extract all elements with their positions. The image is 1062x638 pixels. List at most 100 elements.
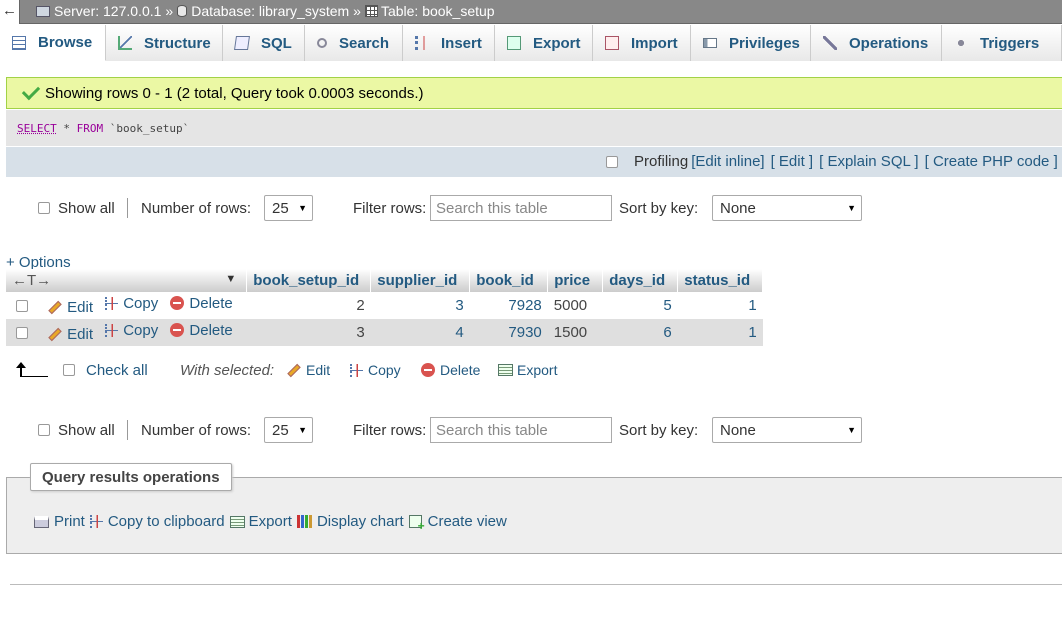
column-arrows-icon[interactable]: ←T→ (12, 272, 51, 289)
bulk-copy-button[interactable]: Copy (350, 357, 401, 383)
filter-rows-input[interactable]: Search this table (430, 417, 612, 443)
tab-label: Insert (441, 34, 482, 52)
column-header-status-id[interactable]: status_id (677, 269, 764, 292)
back-arrow-icon[interactable]: ← (0, 0, 20, 24)
row-edit-button[interactable]: Edit (48, 326, 93, 343)
show-all-checkbox[interactable] (38, 424, 50, 436)
column-header-book-id[interactable]: book_id (469, 269, 549, 292)
create-php-link[interactable]: [ Create PHP code ] (925, 153, 1058, 170)
number-of-rows-label: Number of rows: (141, 421, 252, 439)
with-selected-label: With selected: (180, 361, 275, 379)
column-header-price[interactable]: price (547, 269, 604, 292)
number-of-rows-select[interactable]: 25 ▼ (264, 417, 313, 443)
table-row[interactable]: Edit Copy Delete 3 4 7930 1500 6 1 (6, 319, 763, 346)
cell-book-id[interactable]: 7928 (469, 292, 548, 319)
cell-supplier-id[interactable]: 3 (370, 292, 470, 319)
tab-search[interactable]: Search (305, 25, 403, 61)
show-all-checkbox[interactable] (38, 202, 50, 214)
filter-rows-label: Filter rows: (353, 199, 427, 217)
check-all-label[interactable]: Check all (86, 357, 148, 383)
column-header-supplier-id[interactable]: supplier_id (370, 269, 471, 292)
row-delete-label: Delete (189, 321, 233, 339)
cell-price[interactable]: 5000 (547, 292, 603, 319)
profiling-checkbox[interactable] (606, 155, 618, 168)
display-chart-button[interactable]: Display chart (296, 513, 404, 530)
cell-status-id[interactable]: 1 (677, 319, 763, 346)
edit-query-link[interactable]: [ Edit ] (771, 153, 814, 170)
sort-by-key-label: Sort by key: (619, 199, 699, 217)
divider (127, 420, 128, 440)
cell-book-id[interactable]: 7930 (469, 319, 548, 346)
copy-icon (350, 363, 363, 377)
column-header-book-setup-id[interactable]: book_setup_id (246, 269, 372, 292)
row-checkbox[interactable] (16, 300, 28, 313)
tab-import[interactable]: Import (593, 25, 691, 61)
row-checkbox[interactable] (16, 327, 28, 340)
bulk-delete-button[interactable]: Delete (421, 357, 480, 383)
row-copy-label: Copy (123, 295, 159, 313)
sql-query-options: Profiling [Edit inline] [ Edit ] [ Expla… (6, 147, 1062, 177)
breadcrumb-separator: » (165, 3, 174, 19)
sort-arrow-icon[interactable]: ▼ (225, 273, 236, 285)
copy-icon (105, 297, 119, 311)
tab-structure[interactable]: Structure (106, 25, 223, 61)
triggers-icon (954, 36, 968, 50)
tab-privileges[interactable]: Privileges (691, 25, 811, 61)
export-results-button[interactable]: Export (229, 513, 292, 530)
tab-operations[interactable]: Operations (811, 25, 942, 61)
row-copy-button[interactable]: Copy (105, 295, 158, 312)
cell-supplier-id[interactable]: 4 (370, 319, 470, 346)
cell-book-setup-id[interactable]: 2 (246, 292, 371, 319)
tab-sql[interactable]: SQL (223, 25, 305, 61)
number-of-rows-value: 25 (272, 199, 289, 217)
sql-keyword-from: FROM (76, 122, 104, 135)
cell-days-id[interactable]: 6 (602, 319, 678, 346)
table-header-row: ←T→ ▼ book_setup_id supplier_id book_id … (6, 269, 764, 292)
explain-sql-link[interactable]: [ Explain SQL ] (819, 153, 919, 170)
breadcrumb-table[interactable]: Table: book_setup (364, 3, 495, 19)
browse-icon (12, 35, 26, 50)
bulk-delete-label: Delete (440, 362, 481, 378)
sql-query-box: SELECT * FROM `book_setup` (6, 110, 1062, 146)
operations-links: Print Copy to clipboard Export Display c… (34, 513, 512, 533)
export-icon (507, 36, 521, 50)
print-button[interactable]: Print (34, 513, 85, 530)
cell-days-id[interactable]: 5 (602, 292, 678, 319)
row-copy-button[interactable]: Copy (105, 322, 158, 339)
cell-price[interactable]: 1500 (547, 319, 603, 346)
tab-browse[interactable]: Browse (0, 25, 106, 61)
table-row[interactable]: Edit Copy Delete 2 3 7928 5000 5 1 (6, 292, 763, 319)
filter-rows-input[interactable]: Search this table (430, 195, 612, 221)
create-view-button[interactable]: Create view (408, 513, 507, 533)
tab-label: Export (533, 34, 581, 52)
bulk-edit-button[interactable]: Edit (287, 357, 330, 383)
check-all-checkbox[interactable] (63, 364, 75, 376)
number-of-rows-select[interactable]: 25 ▼ (264, 195, 313, 221)
filter-rows-label: Filter rows: (353, 421, 427, 439)
sort-by-key-select[interactable]: None ▼ (712, 195, 862, 221)
copy-to-clipboard-button[interactable]: Copy to clipboard (89, 513, 225, 530)
row-delete-button[interactable]: Delete (170, 321, 233, 339)
bulk-export-button[interactable]: Export (498, 357, 557, 383)
tab-label: Import (631, 34, 678, 52)
tab-export[interactable]: Export (495, 25, 593, 61)
breadcrumb-server[interactable]: Server: 127.0.0.1 (36, 3, 161, 19)
results-table: ←T→ ▼ book_setup_id supplier_id book_id … (6, 269, 764, 346)
success-text: Showing rows 0 - 1 (2 total, Query took … (45, 84, 424, 102)
print-icon (34, 515, 49, 528)
sql-table-name: `book_setup` (103, 122, 190, 135)
row-delete-button[interactable]: Delete (170, 295, 233, 312)
cell-book-setup-id[interactable]: 3 (246, 319, 371, 346)
breadcrumb-database[interactable]: Database: library_system (177, 3, 349, 19)
sort-by-key-select[interactable]: None ▼ (712, 417, 862, 443)
tab-label: Privileges (729, 34, 800, 52)
edit-inline-link[interactable]: [Edit inline] (691, 153, 764, 170)
sql-keyword-select[interactable]: SELECT (17, 122, 57, 135)
tab-insert[interactable]: Insert (403, 25, 495, 61)
column-header-days-id[interactable]: days_id (602, 269, 679, 292)
export-icon (498, 364, 513, 376)
copy-to-clipboard-label: Copy to clipboard (107, 513, 225, 530)
tab-triggers[interactable]: Triggers (942, 25, 1062, 61)
row-edit-button[interactable]: Edit (48, 299, 93, 316)
cell-status-id[interactable]: 1 (677, 292, 763, 319)
